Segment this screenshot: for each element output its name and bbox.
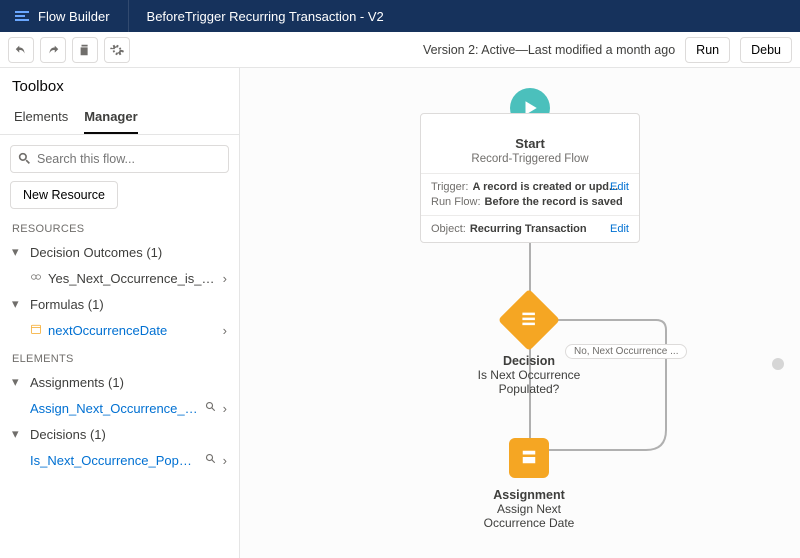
chevron-down-icon: ▾ (12, 244, 24, 260)
app-name: Flow Builder (38, 9, 110, 24)
redo-button[interactable] (40, 37, 66, 63)
chevron-right-icon: › (223, 401, 227, 416)
search-icon (18, 152, 31, 168)
toolbox-sidebar: Toolbox Elements Manager New Resource RE… (0, 68, 240, 558)
run-button[interactable]: Run (685, 37, 730, 63)
header-divider (128, 0, 129, 32)
locate-icon[interactable] (205, 453, 217, 468)
decision-icon (519, 309, 539, 332)
chevron-right-icon: › (223, 271, 227, 286)
chevron-down-icon: ▾ (12, 426, 24, 442)
copy-button[interactable] (72, 37, 98, 63)
minimap-indicator (772, 358, 784, 370)
settings-button[interactable] (104, 37, 130, 63)
chevron-right-icon: › (223, 323, 227, 338)
outcome-icon (30, 271, 42, 286)
assignment-node[interactable] (509, 438, 549, 478)
section-elements: ELEMENTS (0, 349, 239, 369)
flow-builder-icon (14, 8, 30, 24)
search-input[interactable] (10, 145, 229, 173)
resource-item[interactable]: nextOccurrenceDate › (6, 317, 233, 343)
toolbox-title: Toolbox (0, 68, 239, 101)
app-logo: Flow Builder (14, 8, 110, 24)
section-resources: RESOURCES (0, 219, 239, 239)
group-assignments[interactable]: ▾ Assignments (1) (6, 369, 233, 395)
action-bar: Version 2: Active—Last modified a month … (0, 32, 800, 68)
assignment-icon (519, 447, 539, 470)
assignment-node-label: Assignment Assign Next Occurrence Date (469, 482, 589, 530)
edit-trigger-link[interactable]: Edit (610, 181, 629, 193)
tab-elements[interactable]: Elements (14, 101, 68, 134)
element-item[interactable]: Assign_Next_Occurrence_Date › (6, 395, 233, 421)
decision-node[interactable] (507, 298, 551, 342)
flow-canvas[interactable]: Start Record-Triggered Flow Trigger:A re… (240, 68, 800, 558)
tab-manager[interactable]: Manager (84, 101, 137, 134)
edit-object-link[interactable]: Edit (610, 223, 629, 235)
undo-button[interactable] (8, 37, 34, 63)
toolbox-tabs: Elements Manager (0, 101, 239, 135)
start-title: Start (429, 136, 631, 151)
locate-icon[interactable] (205, 401, 217, 416)
element-item[interactable]: Is_Next_Occurrence_Populated › (6, 447, 233, 473)
group-formulas[interactable]: ▾ Formulas (1) (6, 291, 233, 317)
debug-button[interactable]: Debu (740, 37, 792, 63)
decision-outcome-label[interactable]: No, Next Occurrence ... (565, 344, 687, 359)
formula-date-icon (30, 323, 42, 338)
new-resource-button[interactable]: New Resource (10, 181, 118, 209)
chevron-right-icon: › (223, 453, 227, 468)
start-subtitle: Record-Triggered Flow (429, 153, 631, 165)
flow-name: BeforeTrigger Recurring Transaction - V2 (147, 9, 384, 24)
group-decision-outcomes[interactable]: ▾ Decision Outcomes (1) (6, 239, 233, 265)
group-decisions[interactable]: ▾ Decisions (1) (6, 421, 233, 447)
version-text: Version 2: Active—Last modified a month … (423, 43, 675, 57)
chevron-down-icon: ▾ (12, 374, 24, 390)
chevron-down-icon: ▾ (12, 296, 24, 312)
global-header: Flow Builder BeforeTrigger Recurring Tra… (0, 0, 800, 32)
start-node-card[interactable]: Start Record-Triggered Flow Trigger:A re… (420, 113, 640, 243)
resource-item[interactable]: Yes_Next_Occurrence_is_populated › (6, 265, 233, 291)
